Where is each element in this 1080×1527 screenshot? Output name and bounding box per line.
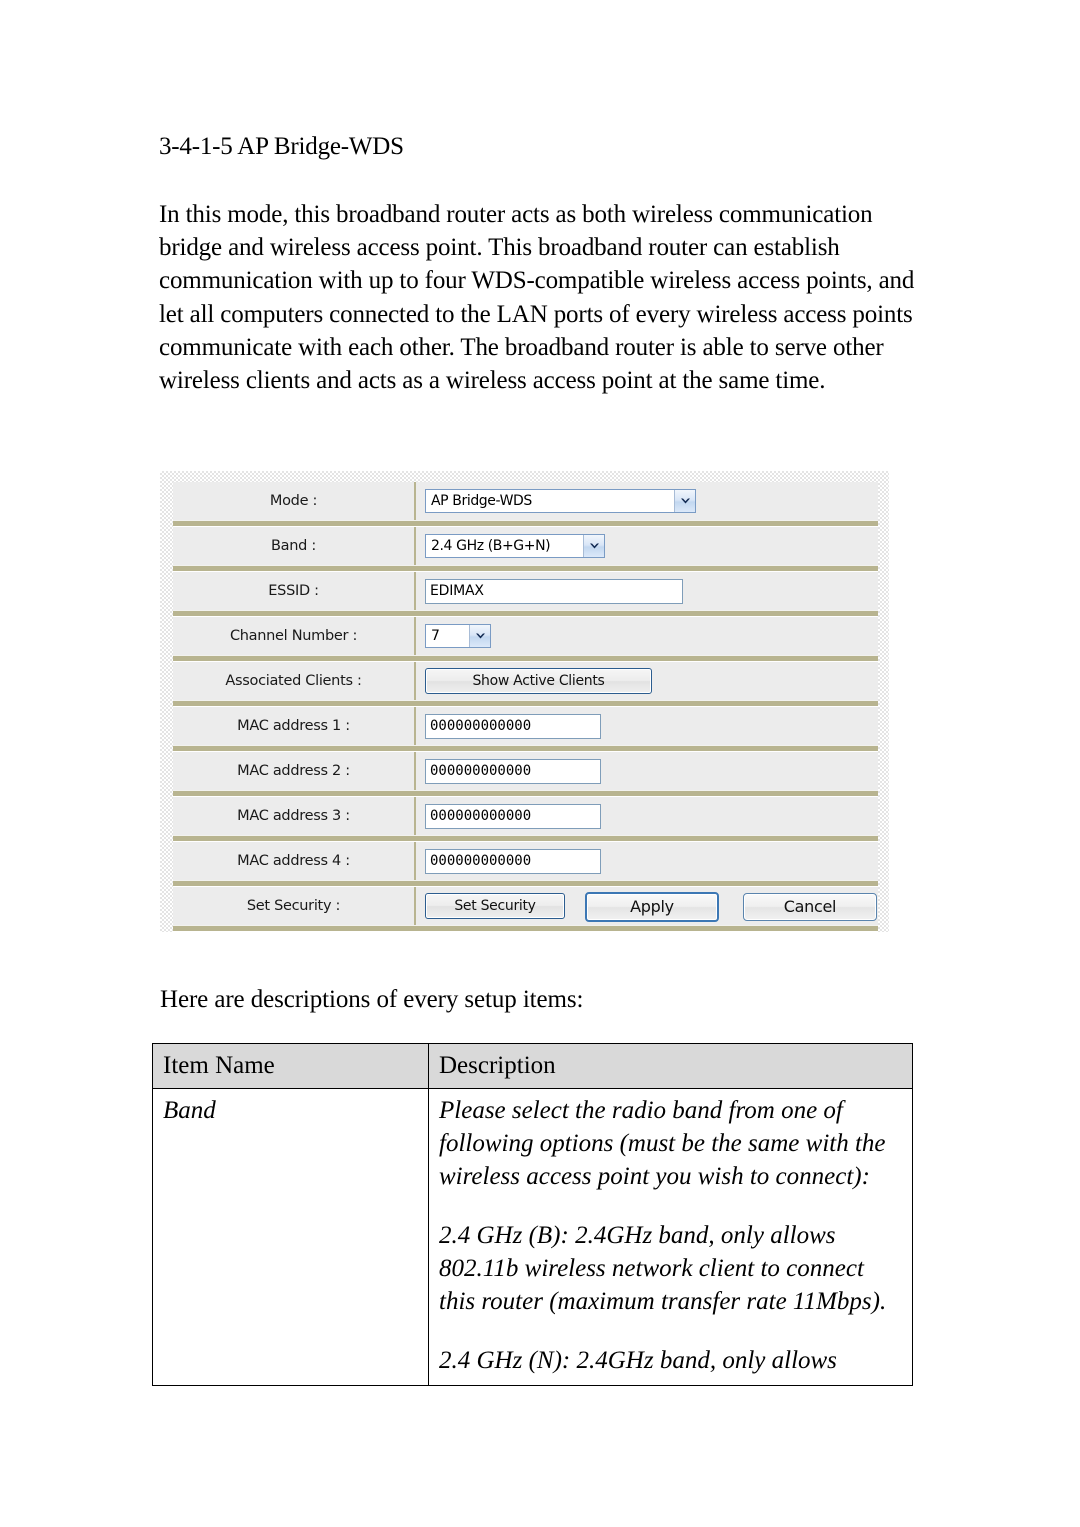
essid-label: ESSID : <box>173 572 416 610</box>
band-value-cell: 2.4 GHz (B+G+N) <box>416 527 878 565</box>
cancel-button[interactable]: Cancel <box>743 893 877 921</box>
panel-action-bar: Apply Cancel <box>160 890 889 932</box>
form-row-mac-3: MAC address 3 : 000000000000 <box>173 797 878 835</box>
row-separator <box>173 745 878 752</box>
column-header-item-name: Item Name <box>152 1043 429 1089</box>
table-row: Band Please select the radio band from o… <box>152 1088 913 1386</box>
mac-address-1-label: MAC address 1 : <box>173 707 416 745</box>
form-row-mac-2: MAC address 2 : 000000000000 <box>173 752 878 790</box>
mac-address-3-value-cell: 000000000000 <box>416 797 878 835</box>
band-label: Band : <box>173 527 416 565</box>
document-page: 3-4-1-5 AP Bridge-WDS In this mode, this… <box>0 0 1080 1527</box>
essid-input[interactable]: EDIMAX <box>425 578 683 604</box>
channel-value-cell: 7 <box>416 617 878 655</box>
form-row-associated-clients: Associated Clients : Show Active Clients <box>173 662 878 700</box>
band-select[interactable]: 2.4 GHz (B+G+N) <box>425 534 605 558</box>
mac-address-3-label: MAC address 3 : <box>173 797 416 835</box>
mac-address-4-value-cell: 000000000000 <box>416 842 878 880</box>
row-separator <box>173 700 878 707</box>
channel-number-value: 7 <box>431 628 440 644</box>
mode-value-cell: AP Bridge-WDS <box>416 482 878 520</box>
chevron-down-icon <box>674 490 695 512</box>
channel-number-label: Channel Number : <box>173 617 416 655</box>
band-select-value: 2.4 GHz (B+G+N) <box>431 538 551 554</box>
form-row-mode: Mode : AP Bridge-WDS <box>173 482 878 520</box>
associated-clients-label: Associated Clients : <box>173 662 416 700</box>
mode-select[interactable]: AP Bridge-WDS <box>425 489 696 513</box>
mac-address-4-label: MAC address 4 : <box>173 842 416 880</box>
essid-value-cell: EDIMAX <box>416 572 878 610</box>
sub-paragraph: Here are descriptions of every setup ite… <box>160 986 584 1013</box>
row-separator <box>173 610 878 617</box>
form-row-mac-4: MAC address 4 : 000000000000 <box>173 842 878 880</box>
mode-select-value: AP Bridge-WDS <box>431 493 532 509</box>
mode-label: Mode : <box>173 482 416 520</box>
form-row-band: Band : 2.4 GHz (B+G+N) <box>173 527 878 565</box>
row-separator <box>173 520 878 527</box>
show-active-clients-button[interactable]: Show Active Clients <box>425 668 652 694</box>
description-paragraph-1: Please select the radio band from one of… <box>439 1097 886 1190</box>
chevron-down-icon <box>583 535 604 557</box>
form-row-essid: ESSID : EDIMAX <box>173 572 878 610</box>
row-separator <box>173 880 878 887</box>
description-paragraph-3: 2.4 GHz (N): 2.4GHz band, only allows <box>439 1347 837 1374</box>
table-header-row: Item Name Description <box>152 1043 913 1089</box>
mac-address-1-value-cell: 000000000000 <box>416 707 878 745</box>
config-form-table: Mode : AP Bridge-WDS Band : 2.4 GHz (B+G… <box>173 482 878 932</box>
router-config-panel: Mode : AP Bridge-WDS Band : 2.4 GHz (B+G… <box>160 471 889 932</box>
mac-address-2-value-cell: 000000000000 <box>416 752 878 790</box>
apply-button[interactable]: Apply <box>585 892 719 922</box>
page-title: 3-4-1-5 AP Bridge-WDS <box>159 133 404 160</box>
intro-paragraph: In this mode, this broadband router acts… <box>159 201 915 395</box>
row-separator <box>173 565 878 572</box>
mac-address-2-input[interactable]: 000000000000 <box>425 758 601 784</box>
description-table: Item Name Description Band Please select… <box>152 1043 913 1386</box>
mac-address-2-label: MAC address 2 : <box>173 752 416 790</box>
mac-address-3-input[interactable]: 000000000000 <box>425 803 601 829</box>
mac-address-4-input[interactable]: 000000000000 <box>425 848 601 874</box>
form-row-mac-1: MAC address 1 : 000000000000 <box>173 707 878 745</box>
column-header-description: Description <box>428 1043 913 1089</box>
chevron-down-icon <box>469 625 490 647</box>
form-row-channel: Channel Number : 7 <box>173 617 878 655</box>
row-separator <box>173 790 878 797</box>
item-name-band: Band <box>152 1088 429 1386</box>
associated-clients-value-cell: Show Active Clients <box>416 662 878 700</box>
description-band: Please select the radio band from one of… <box>428 1088 913 1386</box>
row-separator <box>173 655 878 662</box>
channel-number-select[interactable]: 7 <box>425 624 491 648</box>
row-separator <box>173 835 878 842</box>
mac-address-1-input[interactable]: 000000000000 <box>425 713 601 739</box>
description-paragraph-2: 2.4 GHz (B): 2.4GHz band, only allows 80… <box>439 1222 887 1315</box>
